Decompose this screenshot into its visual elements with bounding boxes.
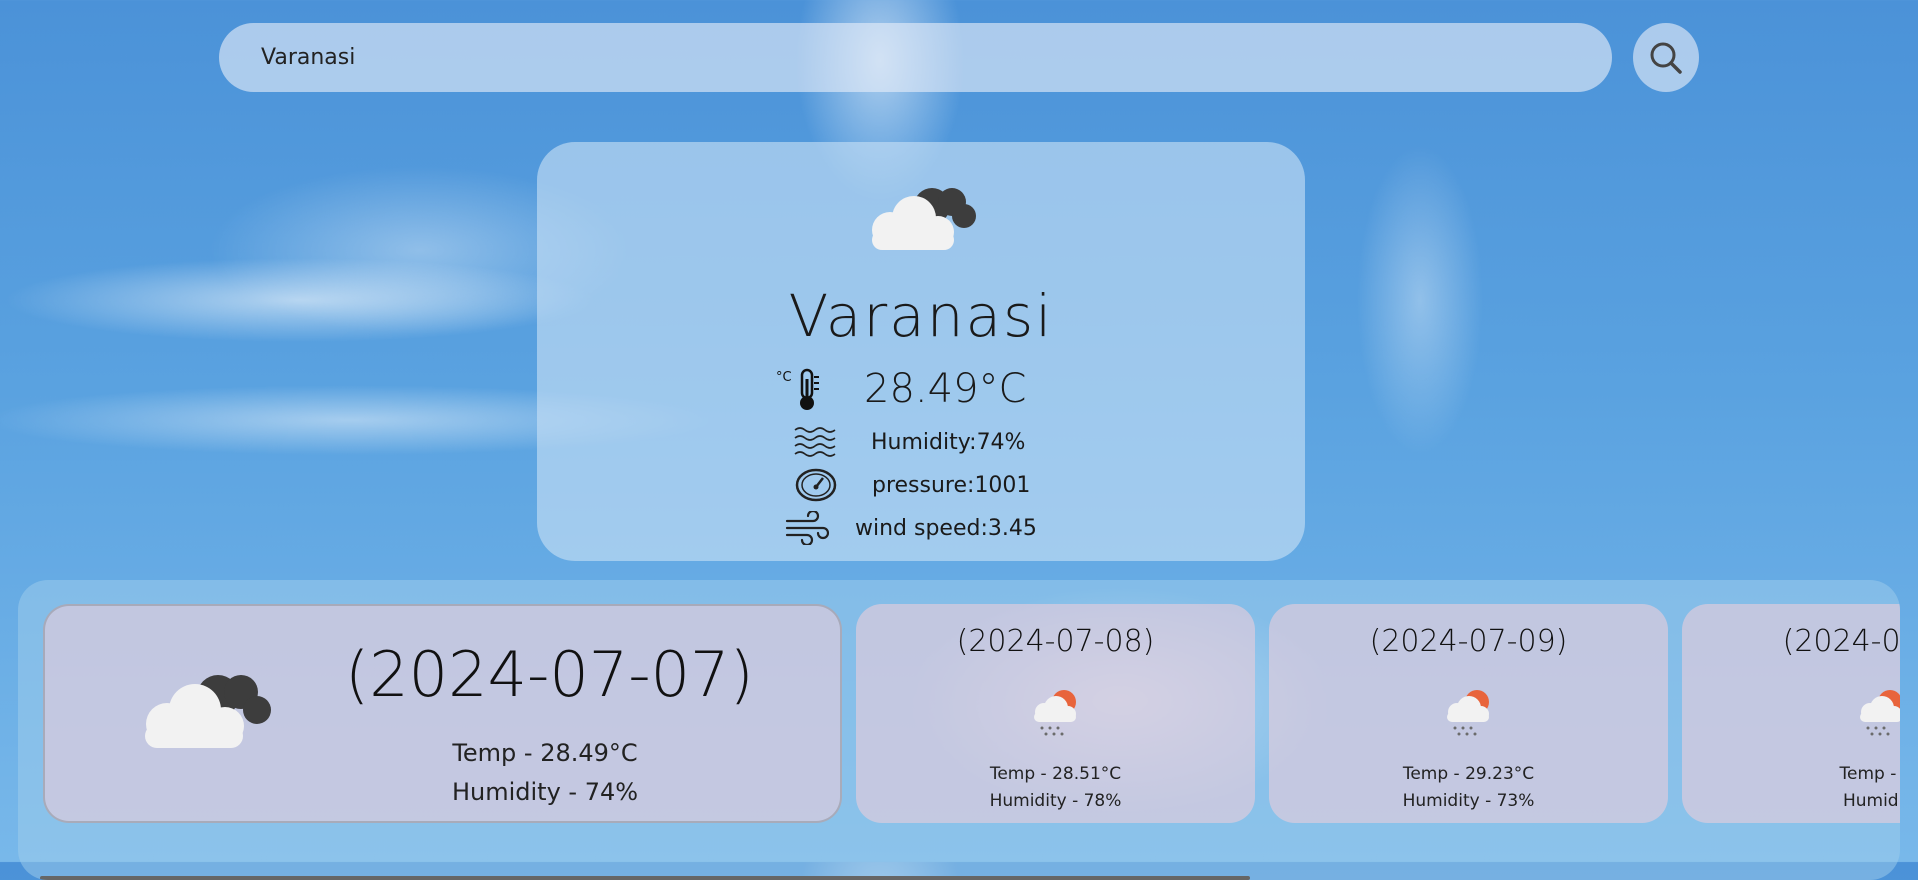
forecast-date: (2024-07-08) <box>956 624 1155 659</box>
forecast-card[interactable]: (2024-07-08) Temp - 28.51°C Humidity - 7… <box>856 604 1255 823</box>
rain-sun-icon <box>1034 690 1076 736</box>
forecast-card[interactable]: (2024-07-09) Temp - 29.23°C Humidity - 7… <box>1269 604 1668 823</box>
forecast-date: (2024-07-10) <box>1782 624 1900 659</box>
svg-text:°C: °C <box>776 370 792 385</box>
temperature-value: 28.49°C <box>864 366 1027 412</box>
pressure-value: pressure:1001 <box>872 472 1031 498</box>
humidity-row: Humidity:74% <box>793 425 1025 459</box>
humidity-waves-icon <box>794 427 836 457</box>
search-bar <box>219 23 1612 92</box>
forecast-humidity: Humidity <box>1842 791 1900 811</box>
cloudy-icon <box>872 188 976 250</box>
pressure-gauge-icon <box>795 468 837 502</box>
horizontal-scrollbar[interactable] <box>40 876 1250 880</box>
forecast-humidity: Humidity - 74% <box>451 778 639 806</box>
current-weather-card: Varanasi °C 28.49°C Humidity:74% pressur… <box>537 142 1305 561</box>
forecast-card[interactable]: (2024-07-10) Temp - 29 Humidity <box>1682 604 1900 823</box>
wind-icon <box>785 511 829 545</box>
cloudy-icon <box>145 675 271 748</box>
forecast-temp: Temp - 29 <box>1839 764 1900 784</box>
forecast-temp: Temp - 28.49°C <box>452 739 638 767</box>
forecast-strip[interactable]: (2024-07-07) Temp - 28.49°C Humidity - 7… <box>18 580 1900 880</box>
forecast-temp: Temp - 29.23°C <box>1402 764 1535 784</box>
search-icon <box>1650 42 1682 74</box>
humidity-value: Humidity:74% <box>871 429 1026 455</box>
wind-value: wind speed:3.45 <box>855 515 1037 541</box>
city-name: Varanasi <box>788 282 1054 350</box>
forecast-card-today[interactable]: (2024-07-07) Temp - 28.49°C Humidity - 7… <box>43 604 842 823</box>
rain-sun-icon <box>1860 690 1900 736</box>
search-input[interactable] <box>259 44 1612 71</box>
forecast-humidity: Humidity - 78% <box>989 791 1122 811</box>
rain-sun-icon <box>1447 690 1489 736</box>
thermometer-icon: °C <box>776 368 819 410</box>
search-button[interactable] <box>1633 23 1699 92</box>
temperature-row: °C 28.49°C <box>776 366 1026 412</box>
pressure-row: pressure:1001 <box>795 468 1030 502</box>
forecast-date: (2024-07-09) <box>1369 624 1568 659</box>
wind-row: wind speed:3.45 <box>785 511 1037 545</box>
forecast-humidity: Humidity - 73% <box>1402 791 1535 811</box>
forecast-date: (2024-07-07) <box>345 638 754 711</box>
forecast-temp: Temp - 28.51°C <box>989 764 1122 784</box>
